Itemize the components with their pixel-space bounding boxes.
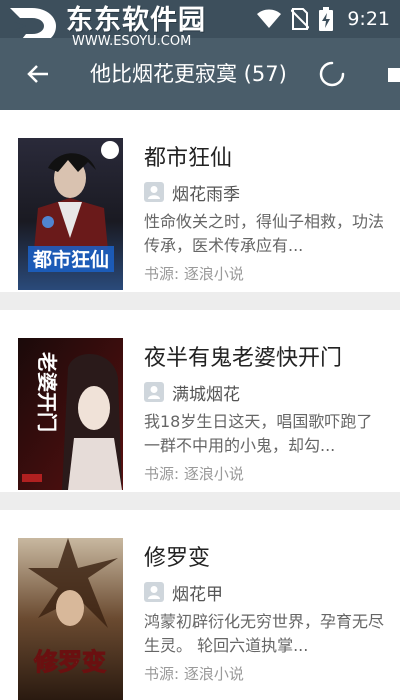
book-card[interactable]: 老婆开门 夜半有鬼老婆快开门 满城烟花 我18岁生日这天，唱国歌吓跑了一群不中用… — [0, 310, 400, 492]
book-title: 都市狂仙 — [144, 146, 233, 171]
page-title: 他比烟花更寂寞 (57) — [90, 62, 287, 86]
status-bar: 东东软件园 9:21 — [0, 0, 400, 44]
book-intro: 我18岁生日这天，唱国歌吓跑了一群不中用的小鬼，却勾... — [144, 412, 373, 455]
author-name: 满城烟花 — [172, 384, 240, 405]
book-title: 修罗变 — [144, 546, 211, 571]
author-row: 烟花甲 — [144, 580, 223, 605]
watermark-title: 东东软件园 — [66, 5, 206, 36]
loading-spinner-icon — [319, 61, 345, 87]
cover-title: 老婆开门 — [35, 352, 59, 432]
book-source: 书源: 逐浪小说 — [144, 465, 244, 483]
author-avatar-icon — [144, 182, 164, 202]
no-sim-icon — [291, 8, 310, 30]
author-row: 烟花雨季 — [144, 180, 240, 205]
overflow-menu-icon[interactable] — [388, 68, 400, 82]
status-time: 9:21 — [347, 8, 390, 30]
book-cover: 修罗变 — [18, 538, 123, 700]
author-avatar-icon — [144, 582, 164, 602]
author-name: 烟花甲 — [172, 584, 223, 605]
author-name: 烟花雨季 — [172, 184, 240, 205]
book-card[interactable]: 都市狂仙 都市狂仙 烟花雨季 性命攸关之时，得仙子相救，功法传承，医术传承应有.… — [0, 110, 400, 292]
book-intro: 性命攸关之时，得仙子相救，功法传承，医术传承应有... — [144, 212, 384, 255]
status-icons: 9:21 — [257, 6, 390, 32]
book-card[interactable]: 修罗变 修罗变 烟花甲 鸿蒙初辟衍化无穷世界，孕育无尽生灵。 轮回六道执掌...… — [0, 510, 400, 700]
wifi-icon — [257, 9, 282, 28]
book-intro: 鸿蒙初辟衍化无穷世界，孕育无尽生灵。 轮回六道执掌... — [144, 612, 384, 655]
book-source: 书源: 逐浪小说 — [144, 665, 244, 683]
battery-charging-icon — [319, 7, 334, 31]
author-row: 满城烟花 — [144, 380, 240, 405]
book-cover: 老婆开门 — [18, 338, 123, 490]
back-arrow-icon — [27, 65, 48, 83]
cover-title: 都市狂仙 — [32, 248, 109, 271]
watermark-url: WWW.ESOYU.COM — [72, 34, 192, 49]
author-avatar-icon — [144, 382, 164, 402]
book-title: 夜半有鬼老婆快开门 — [144, 346, 343, 371]
toolbar: 他比烟花更寂寞 (57) — [0, 38, 400, 110]
book-source: 书源: 逐浪小说 — [144, 265, 244, 283]
back-button[interactable] — [18, 56, 58, 92]
book-cover: 都市狂仙 — [18, 138, 123, 290]
cover-title: 修罗变 — [33, 647, 106, 676]
